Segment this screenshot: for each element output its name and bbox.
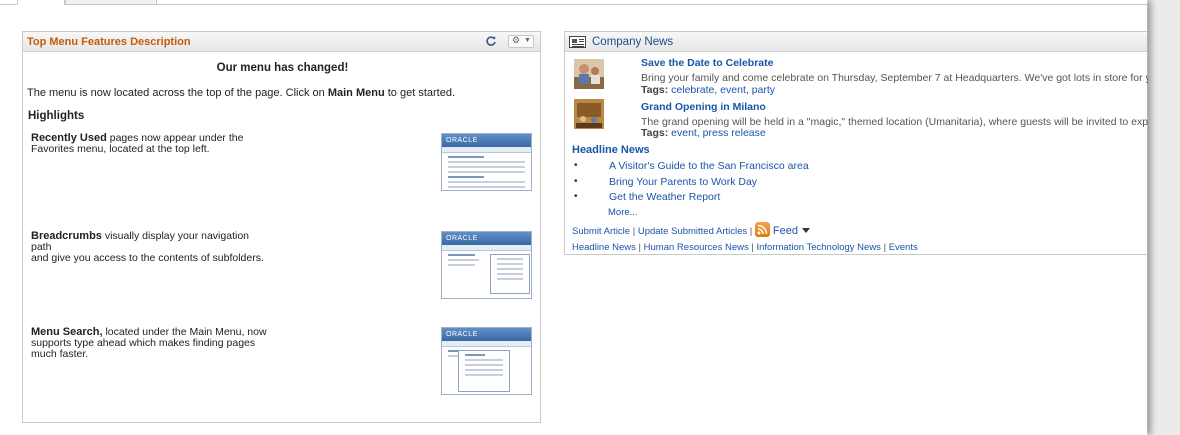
submit-article-link[interactable]: Submit Article	[572, 226, 630, 237]
human-resources-news-link[interactable]: Human Resources News	[644, 242, 749, 253]
list-bullet: •	[574, 176, 578, 187]
recently-used-screenshot: ORACLE	[441, 133, 532, 191]
main-menu-label: Main Menu	[327, 87, 385, 99]
news-thumbnail-celebrate	[574, 59, 604, 89]
newspaper-icon	[569, 36, 586, 48]
gear-icon: ⚙	[512, 35, 521, 45]
feature-breadcrumbs: Breadcrumbs visually display your naviga…	[31, 230, 264, 264]
feed-link[interactable]: Feed	[773, 225, 798, 237]
window-backdrop	[1148, 0, 1180, 435]
company-news-pagelet: Company News Save the Date to Celebrate …	[564, 31, 1148, 255]
it-news-link[interactable]: Information Technology News	[756, 242, 880, 253]
feed-dropdown-icon[interactable]	[801, 228, 810, 233]
page: Top Menu Features Description ⚙ ▼ Our me…	[0, 0, 1148, 435]
highlights-heading: Highlights	[28, 110, 85, 122]
tab-homepage-active[interactable]	[17, 0, 65, 5]
pagelet-header: Company News	[565, 32, 1147, 52]
top-menu-features-pagelet: Top Menu Features Description ⚙ ▼ Our me…	[22, 31, 541, 423]
update-articles-link[interactable]: Update Submitted Articles	[638, 226, 747, 237]
tab-strip	[0, 0, 1147, 5]
tab-homepage-second[interactable]	[65, 0, 157, 5]
refresh-icon[interactable]	[485, 35, 499, 48]
pagelet-title: Top Menu Features Description	[27, 36, 191, 48]
news-tags: Tags: event, press release	[641, 127, 766, 139]
tag-links[interactable]: celebrate, event, party	[671, 84, 775, 96]
list-bullet: •	[574, 191, 578, 202]
headline-link[interactable]: Bring Your Parents to Work Day	[609, 176, 757, 188]
news-title-link[interactable]: Save the Date to Celebrate	[641, 57, 773, 69]
feature-menu-search: Menu Search, located under the Main Menu…	[31, 326, 267, 360]
headline-link[interactable]: A Visitor's Guide to the San Francisco a…	[609, 160, 809, 172]
news-category-links: Headline News | Human Resources News | I…	[572, 242, 918, 253]
tag-links[interactable]: event, press release	[671, 127, 766, 139]
feature-recently-used: Recently Used pages now appear under the…	[31, 132, 244, 155]
news-tags: Tags: celebrate, event, party	[641, 84, 776, 96]
pagelet-options-button[interactable]: ⚙ ▼	[508, 35, 534, 48]
article-actions: Submit Article | Update Submitted Articl…	[572, 222, 810, 237]
events-link[interactable]: Events	[889, 242, 918, 253]
list-bullet: •	[574, 160, 578, 171]
news-description: Bring your family and come celebrate on …	[641, 72, 1148, 84]
news-title-link[interactable]: Grand Opening in Milano	[641, 101, 766, 113]
chevron-down-icon: ▼	[524, 37, 531, 44]
menu-search-screenshot: ORACLE	[441, 327, 532, 395]
headline-news-link[interactable]: Headline News	[572, 242, 636, 253]
menu-changed-heading: Our menu has changed!	[216, 62, 349, 74]
headline-link[interactable]: Get the Weather Report	[609, 191, 720, 203]
more-link[interactable]: More...	[608, 207, 638, 218]
pagelet-header: Top Menu Features Description ⚙ ▼	[23, 32, 540, 52]
headline-news-heading[interactable]: Headline News	[572, 144, 650, 156]
pagelet-title: Company News	[592, 36, 674, 48]
intro-text: The menu is now located across the top o…	[27, 87, 456, 99]
rss-feed-icon[interactable]	[754, 222, 770, 237]
breadcrumbs-screenshot: ORACLE	[441, 231, 532, 299]
news-thumbnail-milano	[574, 99, 604, 129]
